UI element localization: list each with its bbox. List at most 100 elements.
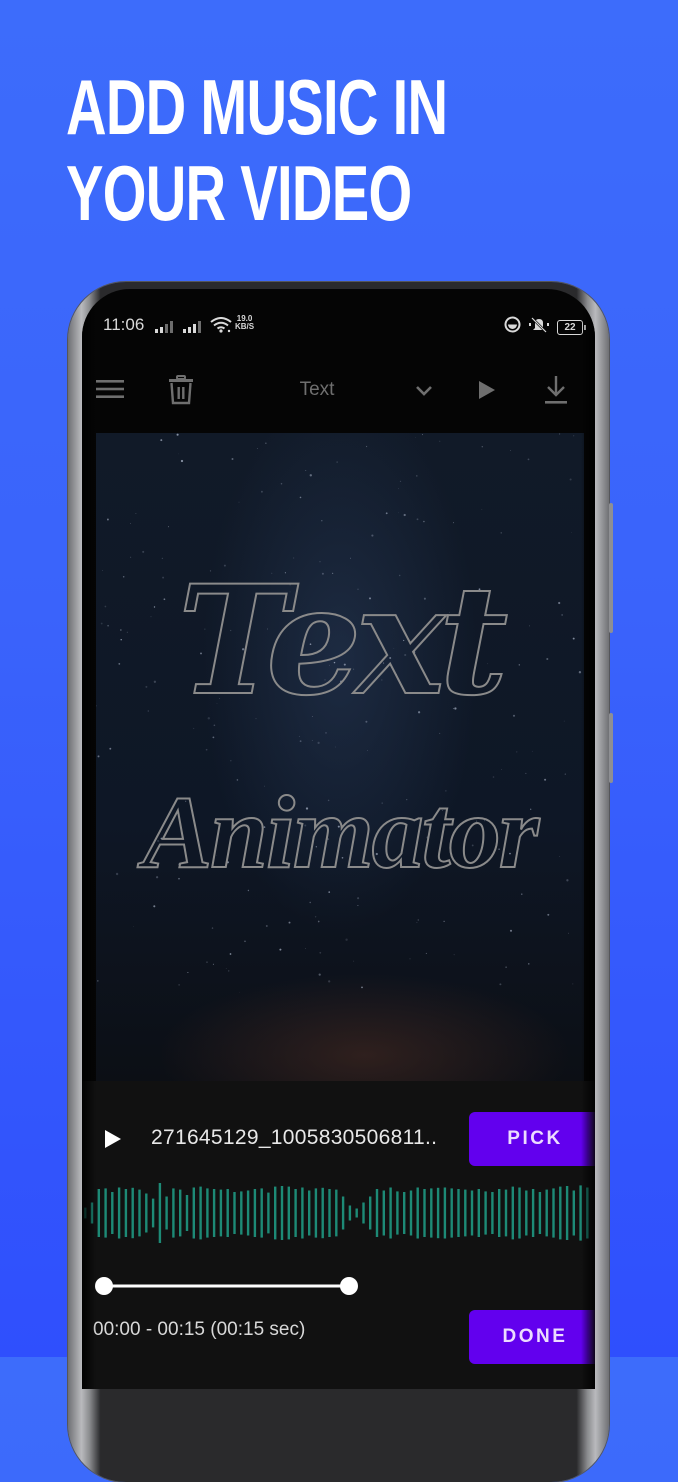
video-preview[interactable]: Text Animator	[96, 433, 584, 1081]
star	[317, 741, 320, 745]
menu-icon[interactable]	[96, 379, 124, 404]
star	[453, 954, 455, 956]
star	[212, 736, 215, 739]
waveform-bar	[240, 1191, 243, 1235]
waveform-bar	[457, 1189, 460, 1237]
star	[160, 439, 163, 442]
waveform-bar	[348, 1205, 352, 1221]
star	[547, 913, 550, 916]
waveform-bar	[219, 1189, 223, 1237]
star	[569, 478, 572, 481]
star	[311, 740, 313, 742]
star	[265, 925, 268, 927]
waveform-bar	[253, 1189, 257, 1237]
waveform-bar	[498, 1189, 501, 1237]
star	[416, 518, 419, 521]
star	[244, 940, 246, 943]
waveform-bar	[531, 1189, 535, 1237]
waveform-bar	[403, 1192, 406, 1234]
signal-icon	[183, 321, 201, 333]
chevron-down-icon[interactable]	[415, 383, 433, 401]
mute-icon	[529, 316, 549, 338]
preview-title-line-2: Animator	[142, 774, 540, 891]
status-right-icons: 22	[504, 316, 586, 338]
audio-panel: 271645129_1005830506811.. PICK 00:00 - 0…	[82, 1081, 595, 1389]
waveform-bar	[151, 1198, 155, 1228]
star	[567, 932, 570, 934]
text-style-selector[interactable]: Text	[262, 379, 372, 401]
waveform-bar	[246, 1190, 250, 1236]
star	[527, 458, 530, 461]
signal-icon	[155, 321, 173, 333]
waveform-bar	[423, 1189, 426, 1237]
star	[109, 747, 112, 750]
star	[206, 961, 208, 963]
waveform-bar	[335, 1189, 338, 1237]
star	[357, 897, 360, 900]
trash-icon[interactable]	[168, 375, 194, 410]
star	[180, 459, 184, 463]
waveform-bar	[579, 1185, 582, 1241]
star	[416, 921, 418, 923]
waveform-bar	[396, 1191, 399, 1235]
star	[319, 951, 322, 954]
waveform-bar	[586, 1187, 589, 1239]
star	[229, 953, 232, 955]
star	[366, 445, 368, 448]
waveform-bar	[518, 1187, 521, 1239]
pick-button[interactable]: PICK	[469, 1112, 595, 1166]
star	[528, 963, 530, 965]
star	[397, 512, 399, 514]
star	[305, 470, 307, 471]
waveform-bar	[287, 1186, 290, 1240]
status-bar: 11:06 19.0 KB/S 22	[82, 311, 595, 339]
waveform-bar	[185, 1195, 189, 1231]
star	[256, 448, 258, 449]
waveform-bar	[267, 1192, 270, 1234]
star	[260, 490, 263, 493]
done-button[interactable]: DONE	[469, 1310, 595, 1364]
waveform-bar	[552, 1188, 555, 1238]
star	[317, 920, 320, 923]
star	[176, 433, 179, 436]
star	[453, 522, 455, 524]
star	[305, 948, 307, 950]
star	[153, 905, 156, 908]
volume-button	[609, 503, 613, 633]
star	[439, 732, 441, 734]
waveform-bar	[389, 1187, 392, 1239]
audio-file-name: 271645129_1005830506811..	[151, 1126, 438, 1149]
star	[353, 960, 355, 962]
waveform-bar	[111, 1192, 114, 1234]
trim-range-slider[interactable]	[82, 1271, 595, 1301]
phone-screen: 11:06 19.0 KB/S 22 Text Text Animator 27…	[82, 289, 595, 1389]
waveform-bar	[477, 1189, 480, 1237]
waveform-bar	[138, 1189, 141, 1237]
star	[133, 926, 135, 927]
waveform-bar	[206, 1188, 209, 1238]
star	[336, 461, 338, 463]
trim-duration-label: 00:00 - 00:15 (00:15 sec)	[93, 1319, 306, 1340]
waveform-bar	[192, 1187, 195, 1239]
download-icon[interactable]	[544, 375, 568, 410]
star	[177, 453, 179, 455]
waveform-bar	[464, 1189, 467, 1237]
play-icon[interactable]	[478, 380, 496, 405]
star	[228, 970, 230, 972]
star	[328, 980, 331, 983]
waveform-bar	[172, 1188, 175, 1238]
waveform-bar	[158, 1183, 162, 1243]
waveform-bar	[382, 1190, 385, 1236]
waveform-bar	[145, 1193, 148, 1233]
data-saver-icon	[504, 316, 521, 338]
star	[531, 750, 533, 752]
star	[509, 929, 513, 932]
star	[500, 532, 502, 534]
star	[299, 740, 302, 743]
audio-play-icon[interactable]	[104, 1129, 122, 1154]
waveform-bar	[565, 1186, 569, 1240]
waveform-bar	[409, 1190, 413, 1236]
waveform-bar	[274, 1186, 277, 1240]
star	[572, 983, 574, 985]
star	[299, 496, 302, 499]
